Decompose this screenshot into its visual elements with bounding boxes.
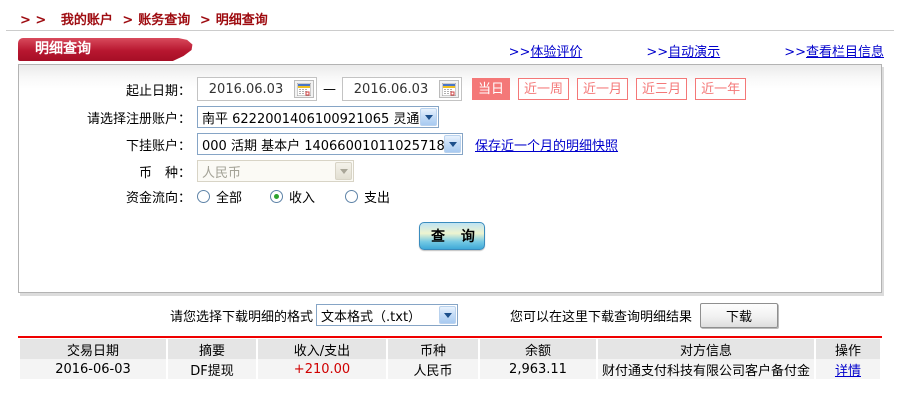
cell-income-expense: +210.00 [258,359,386,379]
col-header-trade-date: 交易日期 [20,339,166,359]
currency-row: 币 种： 人民币 [19,160,881,182]
quick-range-today-button[interactable]: 当日 [472,78,510,100]
chevron-down-icon[interactable] [439,306,456,324]
end-date-value: 2016.06.03 [343,82,439,97]
fund-flow-label: 资金流向： [19,187,191,206]
divider [6,30,894,31]
flow-all-radio-label[interactable]: 全部 [216,187,242,206]
start-date-value: 2016.06.03 [198,82,294,97]
col-header-summary: 摘要 [168,339,256,359]
breadcrumb-item-account-query[interactable]: 账务查询 [138,13,190,28]
col-header-operation: 操作 [816,339,880,359]
download-button[interactable]: 下载 [700,303,778,328]
breadcrumb-item-detail-query[interactable]: 明细查询 [216,13,268,28]
breadcrumb-separator: > [200,13,211,28]
quick-range-year-button[interactable]: 近一年 [695,78,746,100]
results-table: 交易日期 摘要 收入/支出 币种 余额 对方信息 操作 2016-06-03 D… [18,336,882,379]
calendar-icon[interactable] [439,80,459,98]
query-form-panel: 起止日期： 2016.06.03 — 2016.06.03 当日 近一周 近一月… [18,64,882,293]
breadcrumb-separator: > [122,13,133,28]
flow-expense-radio-label[interactable]: 支出 [364,187,390,206]
flow-all-radio[interactable] [197,190,210,203]
download-format-label: 请您选择下载明细的格式 [170,306,313,325]
sub-account-select[interactable]: 000 活期 基本户 1406600101102571848 [197,133,463,155]
registered-account-select[interactable]: 南平 6222001406100921065 灵通卡 [197,106,439,128]
col-header-income-expense: 收入/支出 [258,339,386,359]
currency-label: 币 种： [19,162,191,181]
link-auto-demo[interactable]: >>自动演示 [646,41,720,60]
page-title-tab: 明细查询 [18,38,196,61]
table-header-row: 交易日期 摘要 收入/支出 币种 余额 对方信息 操作 [20,339,880,359]
fund-flow-row: 资金流向： 全部 收入 支出 [19,187,881,206]
sub-account-row: 下挂账户： 000 活期 基本户 1406600101102571848 保存近… [19,133,881,155]
col-header-balance: 余额 [480,339,596,359]
flow-income-radio-label[interactable]: 收入 [289,187,315,206]
chevron-down-icon[interactable] [444,135,461,153]
quick-range-week-button[interactable]: 近一周 [518,78,569,100]
submit-row: 查 询 [19,222,881,250]
chevron-down-icon [335,162,352,180]
cell-counterparty: 财付通支付科技有限公司客户备付金 [598,359,814,379]
cell-currency: 人民币 [388,359,478,379]
link-view-column-info[interactable]: >>查看栏目信息 [784,41,884,60]
flow-income-radio[interactable] [270,190,283,203]
registered-account-row: 请选择注册账户： 南平 6222001406100921065 灵通卡 [19,106,881,128]
detail-link[interactable]: 详情 [835,364,861,379]
date-range-dash: — [323,82,336,97]
table-row: 2016-06-03 DF提现 +210.00 人民币 2,963.11 财付通… [20,359,880,379]
quick-range-month-button[interactable]: 近一月 [577,78,628,100]
cell-operation: 详情 [816,359,880,379]
chevron-down-icon[interactable] [420,108,437,126]
col-header-currency: 币种 [388,339,478,359]
download-hint: 您可以在这里下载查询明细结果 [510,306,692,325]
date-range-row: 起止日期： 2016.06.03 — 2016.06.03 当日 近一周 近一月… [19,77,881,101]
breadcrumb-item-my-account[interactable]: 我的账户 [61,13,113,28]
start-date-input[interactable]: 2016.06.03 [197,77,317,101]
query-button[interactable]: 查 询 [419,222,485,250]
save-monthly-snapshot-link[interactable]: 保存近一个月的明细快照 [475,135,618,154]
download-format-select[interactable]: 文本格式（.txt） [316,304,458,326]
cell-trade-date: 2016-06-03 [20,359,166,379]
cell-balance: 2,963.11 [480,359,596,379]
calendar-icon[interactable] [294,80,314,98]
section-header: 明细查询 >>体验评价 >>自动演示 >>查看栏目信息 [0,38,900,62]
breadcrumb-prefix: > > [20,13,46,28]
flow-expense-radio[interactable] [345,190,358,203]
download-row: 请您选择下载明细的格式 文本格式（.txt） 您可以在这里下载查询明细结果 下载 [0,302,900,328]
currency-select: 人民币 [197,160,354,182]
link-experience-rating[interactable]: >>体验评价 [509,41,583,60]
col-header-counterparty: 对方信息 [598,339,814,359]
quick-range-3month-button[interactable]: 近三月 [636,78,687,100]
end-date-input[interactable]: 2016.06.03 [342,77,462,101]
date-range-label: 起止日期： [19,80,191,99]
registered-account-label: 请选择注册账户： [19,108,191,127]
breadcrumb: > > 我的账户 > 账务查询 > 明细查询 [0,0,900,30]
sub-account-label: 下挂账户： [19,135,191,154]
cell-summary: DF提现 [168,359,256,379]
